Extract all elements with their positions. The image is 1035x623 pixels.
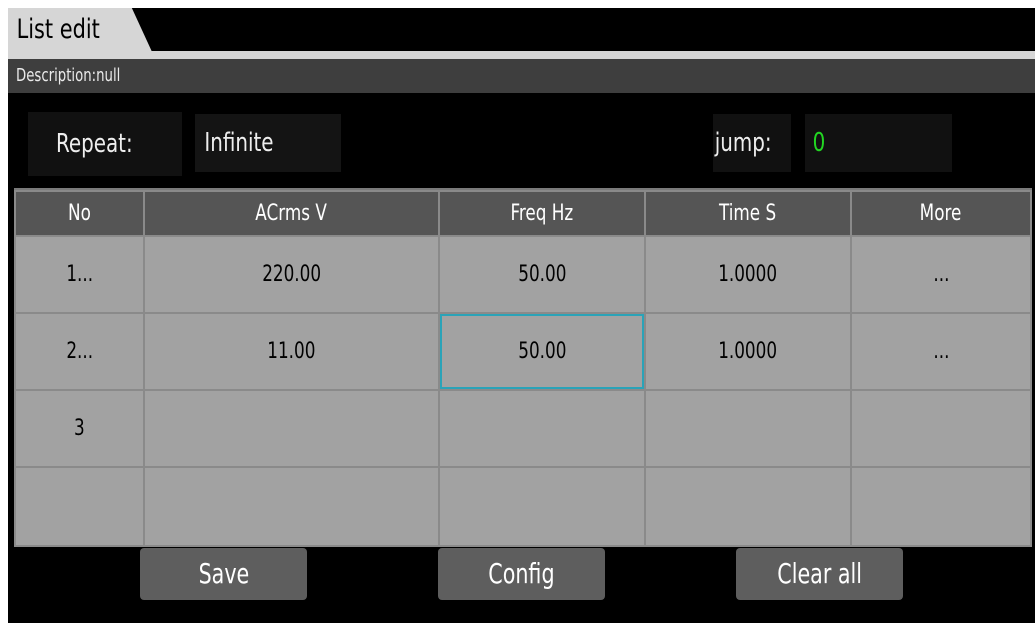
config-button[interactable]: Config [438, 548, 605, 600]
description-bar: Description:null [8, 59, 1035, 93]
header-label: No [68, 201, 91, 226]
table-cell-freq[interactable]: 50.00 [440, 237, 644, 312]
table-cell-acrms[interactable] [145, 391, 438, 466]
table-cell-more[interactable]: ... [852, 237, 1030, 312]
table-cell-time[interactable] [646, 468, 850, 545]
table-cell-freq[interactable] [440, 468, 644, 545]
table-cell-no[interactable]: 2... [16, 314, 143, 389]
table-cell-acrms[interactable]: 11.00 [145, 314, 438, 389]
cell-text: ... [932, 339, 950, 364]
jump-value-field[interactable]: 0 [805, 114, 952, 172]
clear-all-button[interactable]: Clear all [736, 548, 903, 600]
jump-label-text: jump: [714, 128, 772, 158]
tab-list-edit[interactable]: List edit [8, 8, 152, 51]
tab-underline [8, 51, 1035, 59]
header-label: Time S [719, 201, 777, 226]
table-cell-no[interactable] [16, 468, 143, 545]
cell-text: ... [932, 262, 950, 287]
jump-value-text: 0 [812, 128, 826, 158]
list-edit-screen: List edit Description:null Repeat: Infin… [8, 8, 1035, 623]
save-button[interactable]: Save [140, 548, 307, 600]
tab-title: List edit [16, 14, 100, 45]
list-table: No ACrms V Freq Hz Time S More 1... 220.… [14, 188, 1032, 547]
table-cell-more[interactable] [852, 391, 1030, 466]
cell-text: 1... [66, 262, 93, 287]
header-more: More [852, 192, 1030, 235]
header-label: ACrms V [255, 201, 328, 226]
table-cell-acrms[interactable]: 220.00 [145, 237, 438, 312]
cell-text: 1.0000 [718, 262, 778, 287]
table-cell-freq[interactable] [440, 391, 644, 466]
table-cell-no[interactable]: 3 [16, 391, 143, 466]
description-text: Description:null [16, 65, 121, 86]
repeat-label-text: Repeat: [56, 129, 133, 159]
clear-all-button-label: Clear all [777, 557, 862, 590]
header-label: Freq Hz [510, 201, 574, 226]
cell-text: 1.0000 [718, 339, 778, 364]
header-time: Time S [646, 192, 850, 235]
cell-text: 11.00 [267, 339, 316, 364]
jump-label: jump: [713, 114, 791, 172]
table-cell-acrms[interactable] [145, 468, 438, 545]
cell-text: 50.00 [517, 339, 567, 364]
table-cell-freq-selected[interactable]: 50.00 [440, 314, 644, 389]
repeat-value-field[interactable]: Infinite [195, 114, 341, 172]
repeat-label: Repeat: [28, 112, 182, 176]
table-cell-time[interactable] [646, 391, 850, 466]
config-button-label: Config [488, 557, 555, 590]
table-cell-time[interactable]: 1.0000 [646, 314, 850, 389]
header-freq: Freq Hz [440, 192, 644, 235]
table-cell-more[interactable]: ... [852, 314, 1030, 389]
header-label: More [920, 201, 962, 226]
cell-text: 220.00 [262, 262, 321, 287]
header-no: No [16, 192, 143, 235]
save-button-label: Save [198, 557, 249, 590]
cell-text: 2... [66, 339, 93, 364]
table-cell-more[interactable] [852, 468, 1030, 545]
repeat-value-text: Infinite [204, 128, 274, 158]
header-acrms: ACrms V [145, 192, 438, 235]
cell-text: 50.00 [517, 262, 567, 287]
table-cell-time[interactable]: 1.0000 [646, 237, 850, 312]
table-cell-no[interactable]: 1... [16, 237, 143, 312]
cell-text: 3 [74, 416, 85, 441]
